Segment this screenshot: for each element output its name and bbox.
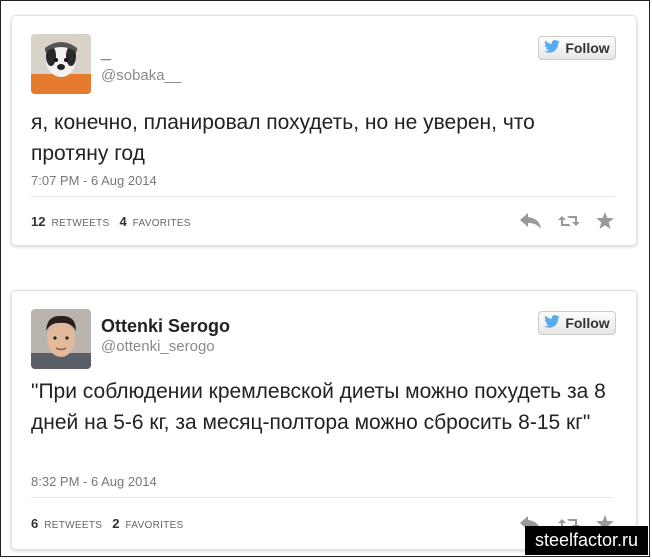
retweets-count[interactable]: 6 bbox=[31, 516, 38, 531]
follow-label: Follow bbox=[565, 40, 610, 56]
tweet-stats: 6 RETWEETS 2 FAVORITES bbox=[31, 516, 188, 531]
tweet-card: _ @sobaka__ Follow я, конечно, планирова… bbox=[11, 15, 637, 246]
twitter-bird-icon bbox=[544, 40, 561, 56]
user-handle[interactable]: @ottenki_serogo bbox=[101, 338, 215, 355]
site-watermark: steelfactor.ru bbox=[524, 526, 648, 555]
favorites-label[interactable]: FAVORITES bbox=[133, 218, 191, 229]
favorites-count[interactable]: 4 bbox=[119, 214, 126, 229]
retweet-icon[interactable] bbox=[558, 213, 580, 229]
divider bbox=[31, 196, 614, 197]
tweet-actions bbox=[520, 212, 614, 229]
retweets-label[interactable]: RETWEETS bbox=[51, 218, 109, 229]
tweet-timestamp[interactable]: 8:32 PM - 6 Aug 2014 bbox=[31, 474, 157, 489]
favorite-icon[interactable] bbox=[596, 212, 614, 229]
tweet-timestamp[interactable]: 7:07 PM - 6 Aug 2014 bbox=[31, 173, 157, 188]
divider bbox=[31, 497, 614, 498]
tweet-card: Ottenki Serogo @ottenki_serogo Follow "П… bbox=[11, 290, 637, 550]
retweets-label[interactable]: RETWEETS bbox=[44, 520, 102, 531]
twitter-bird-icon bbox=[544, 315, 561, 331]
avatar[interactable] bbox=[31, 309, 91, 369]
tweet-text: "При соблюдении кремлевской диеты можно … bbox=[31, 380, 606, 434]
favorites-label[interactable]: FAVORITES bbox=[125, 520, 183, 531]
follow-button[interactable]: Follow bbox=[538, 36, 616, 60]
reply-icon[interactable] bbox=[520, 212, 542, 229]
follow-button[interactable]: Follow bbox=[538, 311, 616, 335]
avatar[interactable] bbox=[31, 34, 91, 94]
display-name[interactable]: _ bbox=[101, 42, 111, 63]
favorites-count[interactable]: 2 bbox=[112, 516, 119, 531]
follow-label: Follow bbox=[565, 315, 610, 331]
tweet-stats: 12 RETWEETS 4 FAVORITES bbox=[31, 214, 195, 229]
retweets-count[interactable]: 12 bbox=[31, 214, 45, 229]
user-handle[interactable]: @sobaka__ bbox=[101, 67, 181, 84]
tweet-text: я, конечно, планировал похудеть, но не у… bbox=[31, 111, 535, 165]
display-name[interactable]: Ottenki Serogo bbox=[101, 316, 230, 337]
